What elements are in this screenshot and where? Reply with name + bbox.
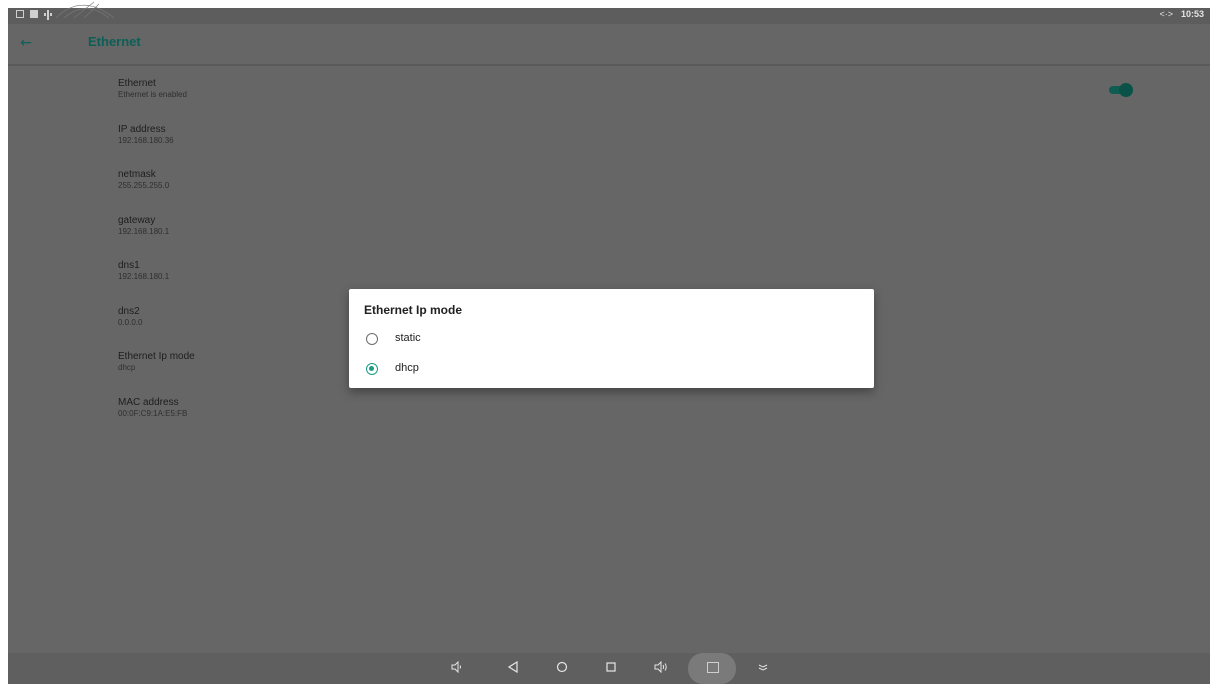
home-circle-icon[interactable]: [554, 661, 570, 675]
pref-title: IP address: [118, 123, 166, 135]
pref-title: netmask: [118, 169, 156, 180]
pref-title: Ethernet: [118, 78, 156, 89]
volume-down-icon[interactable]: [449, 660, 465, 675]
option-dhcp[interactable]: dhcp: [364, 358, 859, 380]
pref-summary: 192.168.180.1: [118, 272, 170, 281]
network-arrows-icon: <·>: [1159, 9, 1173, 19]
toggle-thumb: [1119, 83, 1133, 97]
pref-title: gateway: [118, 214, 156, 226]
pref-title: dns1: [118, 260, 140, 271]
clock: 10:53: [1180, 9, 1204, 19]
dialog-title: Ethernet Ip mode: [364, 303, 463, 317]
back-triangle-icon[interactable]: [505, 660, 521, 675]
pref-ethernet[interactable]: Ethernet Ethernet is enabled: [118, 74, 1118, 120]
image-notification-icon: [30, 10, 38, 18]
pref-title: MAC address: [118, 396, 179, 408]
arrow-left-icon[interactable]: ←: [17, 34, 35, 52]
app-bar: ← Ethernet: [8, 24, 1210, 66]
recents-square-icon[interactable]: [603, 661, 619, 675]
pref-summary: 192.168.180.36: [118, 135, 174, 145]
screenshot-icon: [707, 662, 719, 673]
status-icons-right: <·> 10:53: [1159, 9, 1204, 19]
pref-summary: Ethernet is enabled: [118, 90, 187, 99]
pref-gateway[interactable]: gateway 192.168.180.1: [118, 211, 1118, 257]
page-title: Ethernet: [88, 34, 141, 49]
pref-netmask[interactable]: netmask 255.255.255.0: [118, 165, 1118, 211]
pref-mac-address[interactable]: MAC address 00:0F:C9:1A:E5:FB: [118, 393, 1118, 439]
option-static[interactable]: static: [364, 328, 859, 350]
radio-button-icon[interactable]: [366, 333, 378, 345]
photo-reflection-scribble-icon: [55, 1, 115, 19]
option-label: static: [395, 332, 421, 344]
status-icons-left: [16, 10, 52, 20]
android-screen: <·> 10:53 ← Ethernet Ethernet Ethernet i…: [8, 8, 1210, 684]
pref-ip-address[interactable]: IP address 192.168.180.36: [118, 120, 1118, 166]
pref-summary: 255.255.255.0: [118, 181, 170, 190]
pref-summary: 192.168.180.1: [118, 226, 170, 236]
radio-button-checked-icon[interactable]: [366, 363, 378, 375]
navigation-bar: [8, 653, 1210, 684]
ethernet-toggle-switch[interactable]: [1107, 83, 1137, 97]
usb-icon: [44, 10, 52, 20]
screen-notification-icon: [16, 10, 24, 18]
volume-up-icon[interactable]: [653, 660, 669, 675]
status-bar: <·> 10:53: [8, 8, 1210, 24]
pref-summary: 00:0F:C9:1A:E5:FB: [118, 408, 188, 418]
expand-chevron-icon[interactable]: [755, 661, 771, 675]
option-label: dhcp: [395, 362, 419, 374]
ip-mode-dialog: Ethernet Ip mode static dhcp: [349, 289, 874, 388]
